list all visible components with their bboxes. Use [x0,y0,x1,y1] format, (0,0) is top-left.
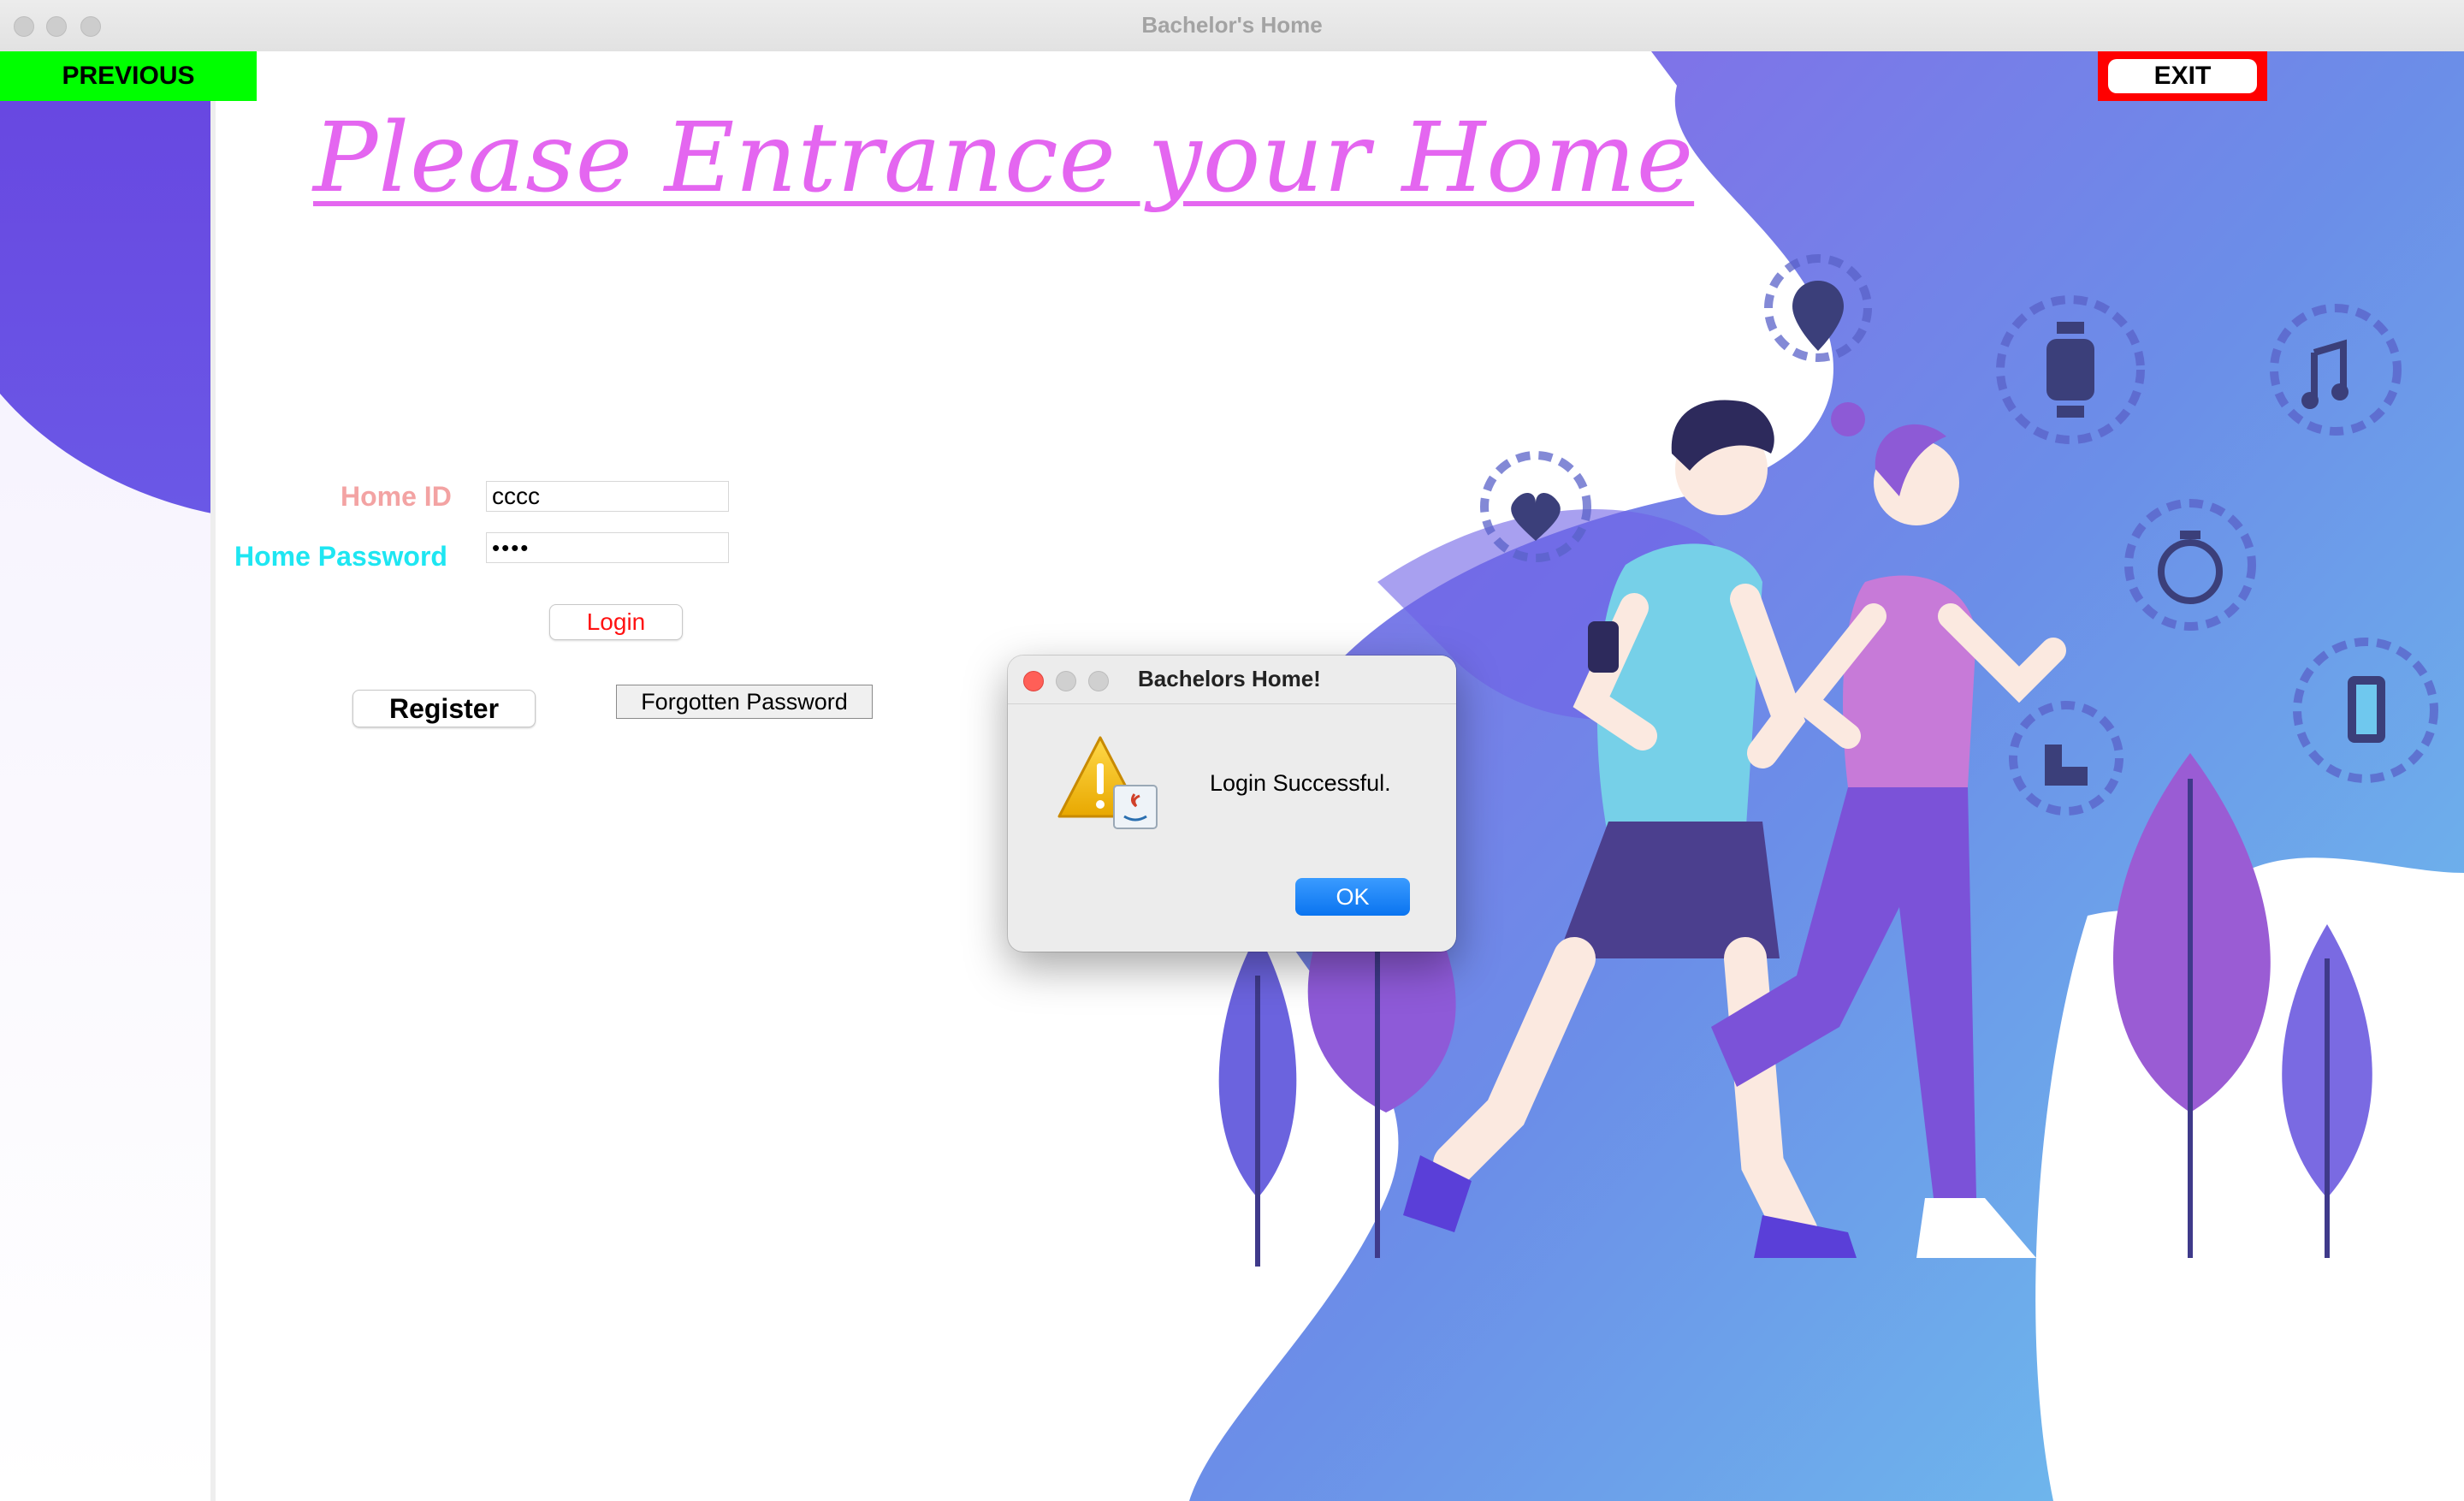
dialog-titlebar: Bachelors Home! [1008,656,1456,704]
previous-button[interactable]: PREVIOUS [0,51,257,101]
home-id-input[interactable]: cccc [486,481,729,512]
page-title: Please Entrance your Home [313,103,1695,214]
dialog-minimize-button [1056,671,1076,691]
login-success-dialog: Bachelors Home! Login Successful. OK [1008,656,1456,952]
home-id-label: Home ID [341,481,452,512]
register-button[interactable]: Register [352,690,536,727]
forgotten-password-button[interactable]: Forgotten Password [616,685,873,719]
dialog-zoom-button [1088,671,1109,691]
warning-icon [1057,736,1158,829]
dialog-close-button[interactable] [1023,671,1044,691]
home-password-input[interactable]: •••• [486,532,729,563]
window-titlebar: Bachelor's Home [0,0,2464,52]
exit-button-label: EXIT [2108,59,2257,93]
window-title: Bachelor's Home [1141,12,1323,38]
dialog-message: Login Successful. [1210,770,1391,796]
ok-button[interactable]: OK [1295,878,1410,916]
dialog-title: Bachelors Home! [1138,666,1321,691]
main-content: PREVIOUS EXIT Please Entrance your Home … [0,51,2464,1501]
home-password-label: Home Password [234,541,447,572]
login-button[interactable]: Login [549,604,683,640]
exit-button[interactable]: EXIT [2098,51,2267,101]
